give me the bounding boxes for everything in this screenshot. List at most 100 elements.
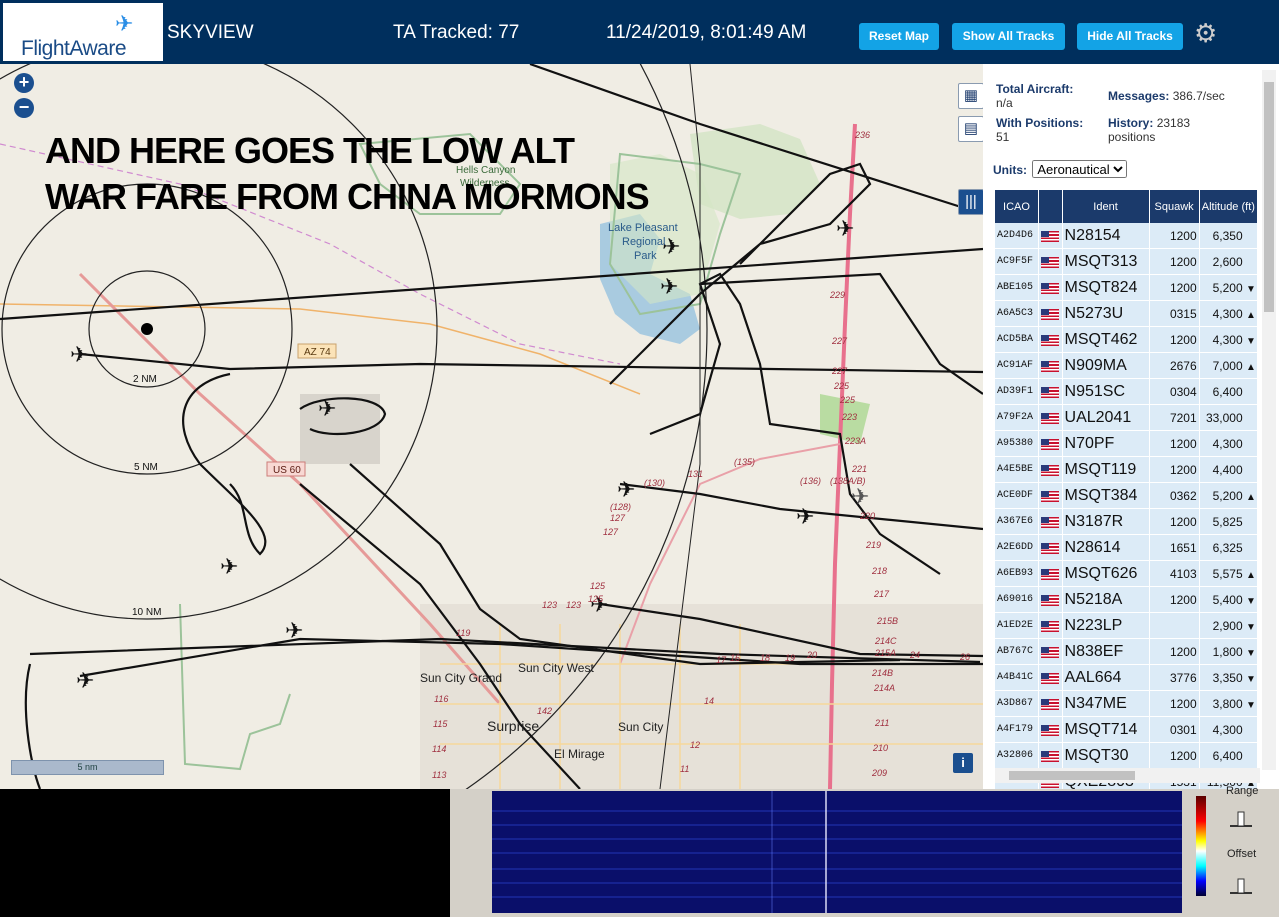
row-ident: MSQT384 xyxy=(1062,483,1149,509)
reset-map-button[interactable]: Reset Map xyxy=(859,23,939,50)
svg-text:219: 219 xyxy=(865,540,881,550)
flightaware-logo[interactable]: ✈ FlightAware xyxy=(3,3,163,61)
aircraft-icon: ✈ xyxy=(76,668,94,693)
row-altitude-value: 6,400 xyxy=(1212,384,1243,399)
row-squawk: 1200 xyxy=(1149,509,1199,535)
receiver-site-icon xyxy=(141,323,153,335)
total-aircraft: Total Aircraft: n/a xyxy=(996,82,1073,110)
table-row[interactable]: A6A5C3 N5273U 0315 4,300 ▲ xyxy=(995,301,1257,327)
history: History: 23183 positions xyxy=(1108,116,1190,144)
aircraft-icon: ✈ xyxy=(660,274,678,299)
table-row[interactable]: A69016 N5218A 1200 5,400 ▼ xyxy=(995,587,1257,613)
flag-cell xyxy=(1039,665,1062,691)
row-squawk: 1200 xyxy=(1149,691,1199,717)
flag-cell xyxy=(1039,691,1062,717)
table-row[interactable]: A4F179 MSQT714 0301 4,300 xyxy=(995,717,1257,743)
row-altitude-value: 5,200 xyxy=(1212,488,1243,503)
row-ident: N28154 xyxy=(1062,223,1149,249)
flag-cell xyxy=(1039,353,1062,379)
flag-cell xyxy=(1039,457,1062,483)
row-altitude-value: 2,600 xyxy=(1212,254,1243,269)
overlay-caption: AND HERE GOES THE LOW ALT WAR FARE FROM … xyxy=(45,128,650,220)
row-squawk: 7201 xyxy=(1149,405,1199,431)
table-row[interactable]: A2E6DD N28614 1651 6,325 xyxy=(995,535,1257,561)
table-row[interactable]: ACE0DF MSQT384 0362 5,200 ▲ xyxy=(995,483,1257,509)
col-ident[interactable]: Ident xyxy=(1062,190,1149,223)
show-all-tracks-button[interactable]: Show All Tracks xyxy=(952,23,1065,50)
scroll-thumb[interactable] xyxy=(1009,771,1135,780)
row-altitude-value: 5,400 xyxy=(1212,592,1243,607)
boundary-line xyxy=(179,603,291,771)
table-row[interactable]: A4E5BE MSQT119 1200 4,400 xyxy=(995,457,1257,483)
svg-text:(128): (128) xyxy=(610,502,631,512)
us-flag-icon xyxy=(1041,256,1059,268)
row-ident: N347ME xyxy=(1062,691,1149,717)
row-icao: A4E5BE xyxy=(995,457,1038,483)
us-flag-icon xyxy=(1041,568,1059,580)
svg-text:19: 19 xyxy=(785,653,795,663)
table-row[interactable]: ACD5BA MSQT462 1200 4,300 ▼ xyxy=(995,327,1257,353)
hide-all-tracks-button[interactable]: Hide All Tracks xyxy=(1077,23,1183,50)
table-row[interactable]: A32806 MSQT30 1200 6,400 xyxy=(995,743,1257,769)
us-flag-icon xyxy=(1041,750,1059,762)
table-row[interactable]: A4B41C AAL664 3776 3,350 ▼ xyxy=(995,665,1257,691)
altitude-trend-icon: ▼ xyxy=(1246,595,1256,607)
scale-bar: 5 nm xyxy=(11,760,164,775)
tracked-count: TA Tracked: 77 xyxy=(393,22,520,43)
offset-slider[interactable] xyxy=(1228,875,1254,897)
scroll-thumb[interactable] xyxy=(1264,82,1274,312)
messages-label: Messages: xyxy=(1108,89,1170,103)
flag-cell xyxy=(1039,743,1062,769)
table-row[interactable]: AD39F1 N951SC 0304 6,400 xyxy=(995,379,1257,405)
row-icao: A4F179 xyxy=(995,717,1038,743)
zoom-in-button[interactable]: + xyxy=(14,73,34,93)
altitude-trend-icon: ▼ xyxy=(1246,673,1256,685)
altitude-trend-icon: ▲ xyxy=(1246,309,1256,321)
row-altitude-value: 4,400 xyxy=(1212,462,1243,477)
table-row[interactable]: A95380 N70PF 1200 4,300 xyxy=(995,431,1257,457)
svg-text:223A: 223A xyxy=(844,436,866,446)
us-flag-icon xyxy=(1041,620,1059,632)
table-row[interactable]: AC91AF N909MA 2676 7,000 ▲ xyxy=(995,353,1257,379)
map-icon[interactable]: ▦ xyxy=(958,83,983,109)
map-view[interactable]: ✈ ✈ ✈ ✈ ✈ ✈ ✈ ✈ ✈ ✈ ✈ ✈ 2 NM 5 NM 10 NM … xyxy=(0,64,983,789)
table-row[interactable]: A79F2A UAL2041 7201 33,000 xyxy=(995,405,1257,431)
table-row[interactable]: A1ED2E N223LP 2,900 ▼ xyxy=(995,613,1257,639)
svg-text:125: 125 xyxy=(588,594,604,604)
row-squawk: 3776 xyxy=(1149,665,1199,691)
info-button[interactable]: i xyxy=(953,753,973,773)
aircraft-icon: ✈ xyxy=(851,484,869,509)
svg-text:24: 24 xyxy=(909,650,920,660)
row-altitude: 2,900 ▼ xyxy=(1199,613,1257,639)
col-icao[interactable]: ICAO xyxy=(995,190,1038,223)
row-altitude: 7,000 ▲ xyxy=(1199,353,1257,379)
flag-cell xyxy=(1039,535,1062,561)
zoom-out-button[interactable]: − xyxy=(14,98,34,118)
flag-cell xyxy=(1039,613,1062,639)
col-flag[interactable] xyxy=(1039,190,1062,223)
table-row[interactable]: AB767C N838EF 1200 1,800 ▼ xyxy=(995,639,1257,665)
units-dropdown[interactable]: Aeronautical xyxy=(1032,160,1128,178)
col-altitude[interactable]: Altitude (ft) xyxy=(1199,190,1257,223)
row-squawk: 1200 xyxy=(1149,275,1199,301)
total-aircraft-value: n/a xyxy=(996,96,1013,110)
row-altitude: 4,300 ▲ xyxy=(1199,301,1257,327)
table-row[interactable]: ABE105 MSQT824 1200 5,200 ▼ xyxy=(995,275,1257,301)
row-altitude: 1,800 ▼ xyxy=(1199,639,1257,665)
row-squawk: 0304 xyxy=(1149,379,1199,405)
columns-icon[interactable]: ||| xyxy=(958,189,983,215)
altitude-trend-icon: ▼ xyxy=(1246,283,1256,295)
row-ident: MSQT313 xyxy=(1062,249,1149,275)
grid-icon[interactable]: ▤ xyxy=(958,116,983,142)
panel-horizontal-scrollbar[interactable] xyxy=(995,768,1260,783)
table-row[interactable]: A2D4D6 N28154 1200 6,350 xyxy=(995,223,1257,249)
col-squawk[interactable]: Squawk xyxy=(1149,190,1199,223)
table-row[interactable]: AC9F5F MSQT313 1200 2,600 xyxy=(995,249,1257,275)
table-row[interactable]: A3D867 N347ME 1200 3,800 ▼ xyxy=(995,691,1257,717)
panel-vertical-scrollbar[interactable] xyxy=(1262,70,1276,770)
altitude-trend-icon: ▲ xyxy=(1246,491,1256,503)
gear-icon[interactable]: ⚙ xyxy=(1194,19,1217,47)
table-row[interactable]: A6EB93 MSQT626 4103 5,575 ▲ xyxy=(995,561,1257,587)
range-slider[interactable] xyxy=(1228,808,1254,830)
table-row[interactable]: A367E6 N3187R 1200 5,825 xyxy=(995,509,1257,535)
